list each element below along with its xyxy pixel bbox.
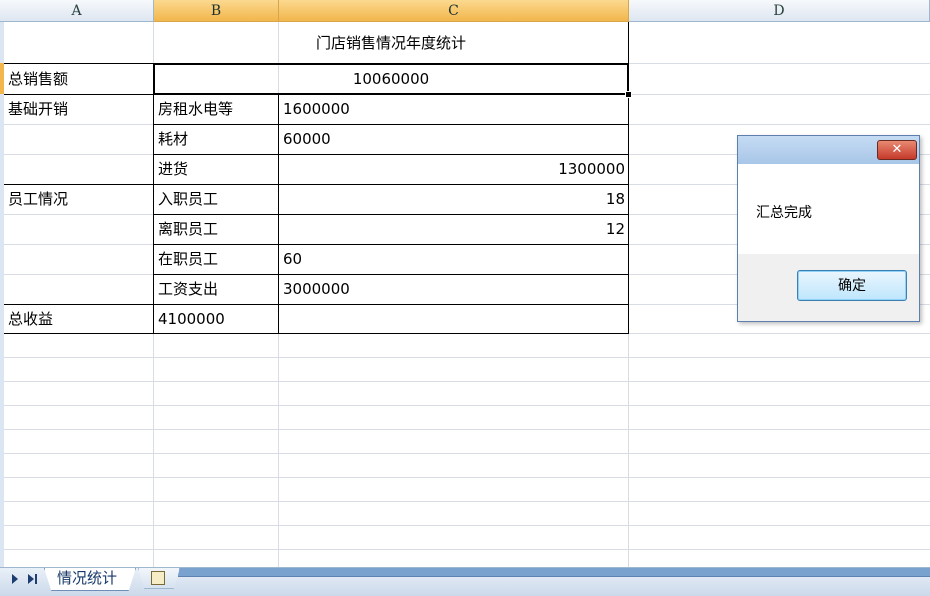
sheet-tab-active[interactable]: 情况统计 — [44, 568, 137, 591]
column-header-c[interactable]: C — [279, 0, 629, 22]
cell-base-cost-label[interactable]: 基础开销 — [8, 94, 68, 124]
cell-profit-value[interactable]: 4100000 — [158, 304, 225, 334]
insert-sheet-icon — [151, 571, 165, 585]
row-indicator-selected — [0, 63, 4, 94]
column-header-a[interactable]: A — [0, 0, 154, 22]
ok-button[interactable]: 确定 — [797, 270, 907, 301]
close-icon[interactable]: ✕ — [877, 140, 917, 160]
cell-left-label[interactable]: 离职员工 — [158, 214, 218, 244]
sheet-tab-bar: 情况统计 — [0, 567, 930, 596]
cell-materials-value[interactable]: 60000 — [283, 124, 331, 154]
cell-current-label[interactable]: 在职员工 — [158, 244, 218, 274]
cell-hired-label[interactable]: 入职员工 — [158, 184, 218, 214]
column-header-d[interactable]: D — [629, 0, 930, 22]
cell-purchase-value[interactable]: 1300000 — [283, 154, 625, 184]
next-sheet-arrow-icon[interactable] — [12, 574, 18, 584]
dialog-titlebar[interactable]: ✕ — [738, 136, 919, 164]
dialog-message: 汇总完成 — [756, 204, 812, 220]
cell-staff-label[interactable]: 员工情况 — [8, 184, 68, 214]
cell-rent-label[interactable]: 房租水电等 — [158, 94, 233, 124]
cell-purchase-label[interactable]: 进货 — [158, 154, 188, 184]
cell-salary-label[interactable]: 工资支出 — [158, 274, 218, 304]
message-dialog: ✕ 汇总完成 确定 — [737, 135, 920, 322]
column-header-b[interactable]: B — [154, 0, 279, 22]
tab-scroll-strip — [178, 568, 930, 577]
last-sheet-arrow-icon[interactable] — [28, 574, 34, 584]
cell-current-value[interactable]: 60 — [283, 244, 302, 274]
cell-total-sales-value[interactable]: 10060000 — [154, 64, 628, 94]
cell-profit-label[interactable]: 总收益 — [8, 304, 53, 334]
last-sheet-bar-icon — [35, 574, 37, 584]
row-indicator — [0, 94, 4, 567]
sheet-title[interactable]: 门店销售情况年度统计 — [154, 28, 628, 58]
cell-hired-value[interactable]: 18 — [283, 184, 625, 214]
row-indicator — [0, 22, 4, 63]
cell-left-value[interactable]: 12 — [283, 214, 625, 244]
cell-rent-value[interactable]: 1600000 — [283, 94, 350, 124]
insert-sheet-tab[interactable] — [138, 568, 180, 589]
cell-salary-value[interactable]: 3000000 — [283, 274, 350, 304]
cell-materials-label[interactable]: 耗材 — [158, 124, 188, 154]
cell-total-sales-label[interactable]: 总销售额 — [8, 64, 68, 94]
